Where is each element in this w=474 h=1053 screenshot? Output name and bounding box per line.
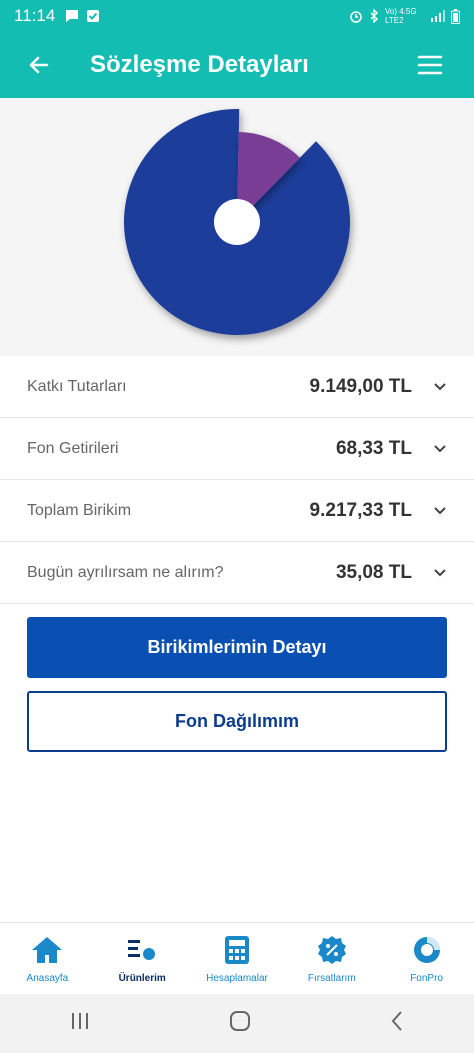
fund-distribution-button[interactable]: Fon Dağılımım (27, 691, 447, 752)
hamburger-menu-icon (417, 55, 443, 75)
row-label: Fon Getirileri (27, 439, 119, 457)
recent-apps-button[interactable] (70, 1012, 90, 1035)
bluetooth-icon (370, 9, 378, 23)
chevron-down-icon[interactable] (428, 561, 452, 585)
nav-item-products[interactable]: Ürünlerim (95, 923, 190, 994)
pie-chart (123, 109, 350, 335)
recent-apps-icon (71, 1013, 88, 1029)
products-icon (125, 933, 159, 967)
network-label: Vo) 4.5G LTE2 (385, 7, 417, 25)
status-bar: 11:14 Vo) 4.5G LTE2 (0, 0, 474, 32)
savings-detail-button[interactable]: Birikimlerimin Detayı (27, 617, 447, 678)
signal-icon (431, 10, 445, 22)
row-value: 35,08 TL (335, 561, 412, 583)
nav-item-home[interactable]: Anasayfa (0, 923, 95, 994)
chevron-down-icon[interactable] (428, 499, 452, 523)
calculator-icon (220, 933, 254, 967)
row-label: Bugün ayrılırsam ne alırım? (27, 563, 224, 581)
nav-label: Fırsatlarım (307, 973, 356, 984)
nav-label: Hesaplamalar (206, 973, 268, 984)
alarm-icon (350, 11, 362, 23)
menu-button[interactable] (400, 32, 460, 98)
nav-label: FonPro (410, 973, 443, 984)
nav-item-calculations[interactable]: Hesaplamalar (190, 923, 285, 994)
home-button[interactable] (229, 1010, 251, 1037)
pie-center-hole (214, 199, 260, 245)
percent-badge-icon (315, 933, 349, 967)
page-title: Sözleşme Detayları (90, 51, 309, 78)
battery-icon (451, 8, 460, 24)
fonpro-icon (410, 933, 444, 967)
row-label: Katkı Tutarları (27, 377, 127, 395)
home-icon (30, 933, 64, 967)
chevron-down-icon[interactable] (428, 437, 452, 461)
chart-area (0, 98, 474, 356)
row-bugun-ayrilirsam[interactable]: Bugün ayrılırsam ne alırım? 35,08 TL (0, 542, 474, 604)
nav-label: Anasayfa (26, 973, 69, 984)
row-fon-getirileri[interactable]: Fon Getirileri 68,33 TL (0, 418, 474, 480)
home-circle-icon (229, 1011, 250, 1031)
arrow-left-icon (29, 56, 49, 74)
nav-label: Ürünlerim (118, 973, 166, 984)
nav-item-opportunities[interactable]: Fırsatlarım (284, 923, 379, 994)
row-value: 9.217,33 TL (309, 499, 412, 521)
system-navigation-bar (0, 994, 474, 1053)
chevron-left-icon (391, 1011, 403, 1031)
row-label: Toplam Birikim (27, 501, 132, 519)
chevron-down-icon[interactable] (428, 375, 452, 399)
bottom-nav: Anasayfa Ürünlerim Hesaplamalar Fırsatla… (0, 922, 474, 994)
row-katki-tutarlari[interactable]: Katkı Tutarları 9.149,00 TL (0, 356, 474, 418)
check-icon (87, 10, 100, 22)
nav-item-fonpro[interactable]: FonPro (379, 923, 474, 994)
message-icon (66, 10, 79, 22)
notification-icons (65, 9, 100, 23)
back-button[interactable] (12, 32, 66, 98)
row-toplam-birikim[interactable]: Toplam Birikim 9.217,33 TL (0, 480, 474, 542)
row-value: 68,33 TL (335, 437, 412, 459)
system-back-button[interactable] (390, 1010, 404, 1037)
summary-list: Katkı Tutarları 9.149,00 TL Fon Getirile… (0, 356, 474, 604)
app-bar: Sözleşme Detayları (0, 32, 474, 98)
status-time: 11:14 (14, 6, 56, 25)
row-value: 9.149,00 TL (309, 375, 412, 397)
status-right-icons: Vo) 4.5G LTE2 (349, 7, 460, 25)
